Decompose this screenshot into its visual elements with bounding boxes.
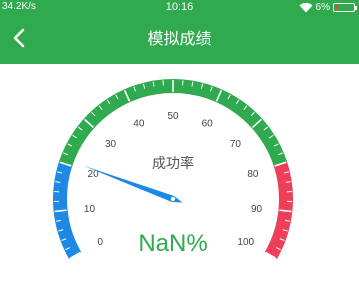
- gauge-tick-label: 50: [167, 111, 179, 122]
- chevron-left-icon: [13, 28, 25, 48]
- gauge-tick-label: 60: [202, 118, 214, 129]
- gauge-tick-label: 70: [230, 139, 242, 150]
- status-bar: 34.2K/s 10:16 6%: [0, 0, 359, 14]
- gauge-tick-labels: 0102030405060708090100: [84, 111, 263, 248]
- gauge-value: NaN%: [138, 230, 207, 257]
- gauge-zone-0: [53, 161, 82, 259]
- gauge-tick-label: 100: [237, 237, 254, 248]
- back-button[interactable]: [8, 26, 32, 50]
- gauge-tick-label: 30: [105, 139, 117, 150]
- battery-percent: 6%: [315, 1, 330, 13]
- status-icons: 6%: [299, 0, 357, 14]
- gauge-tick-label: 90: [251, 204, 263, 215]
- gauge-label: 成功率: [152, 155, 194, 172]
- gauge-tick-label: 40: [133, 118, 145, 129]
- gauge-svg: 0102030405060708090100 成功率 NaN%: [53, 79, 293, 260]
- gauge-tick-label: 0: [97, 237, 103, 248]
- battery-icon: [333, 2, 357, 12]
- wifi-icon: [299, 2, 313, 13]
- page-title: 模拟成绩: [147, 29, 212, 48]
- gauge-tick-label: 80: [247, 169, 259, 180]
- gauge-zone-2: [264, 161, 293, 259]
- success-rate-gauge: 0 10 20 30 40 50 60 70 80 90 100 成功率 NaN%: [0, 64, 359, 284]
- gauge-needle-pivot: [170, 196, 176, 202]
- gauge-zone-1: [58, 79, 288, 167]
- app-bar: 模拟成绩: [0, 14, 359, 64]
- gauge-tick-label: 10: [84, 204, 96, 215]
